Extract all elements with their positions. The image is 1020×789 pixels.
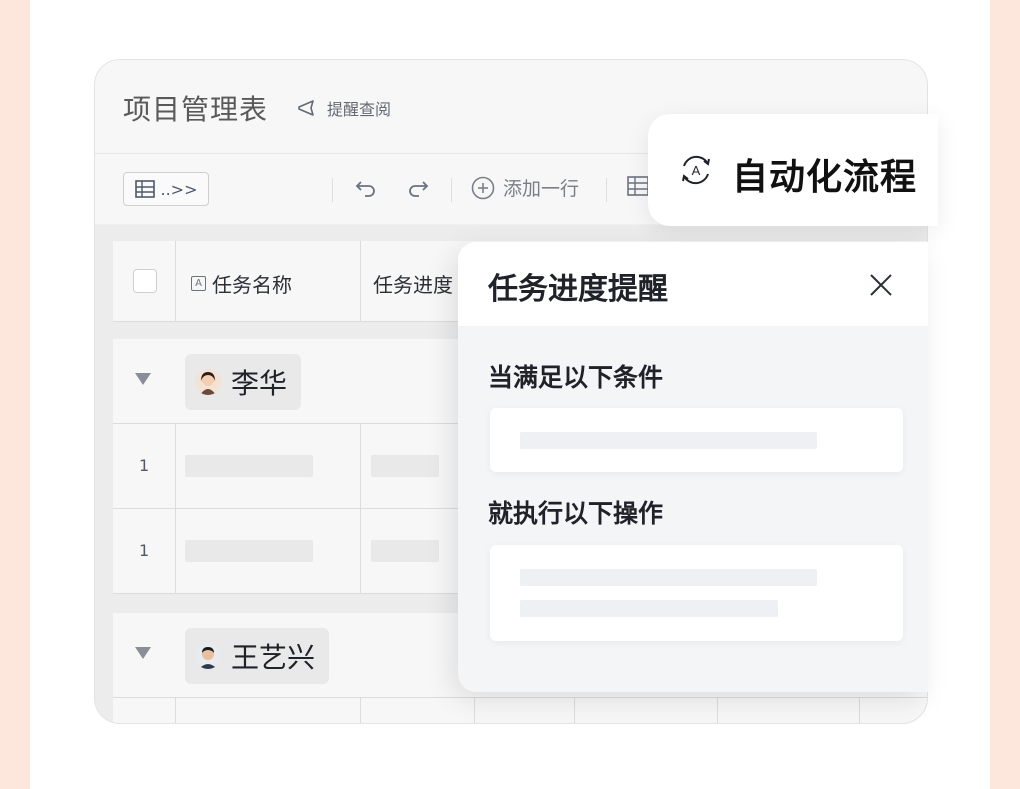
collapse-triangle-icon[interactable] — [135, 647, 151, 659]
condition-label: 当满足以下条件 — [488, 363, 664, 392]
column-header-task-progress[interactable]: 任务进度 — [373, 269, 453, 298]
cell-placeholder — [185, 455, 313, 477]
redo-icon[interactable] — [407, 176, 429, 205]
view-switch-label: ..>> — [160, 179, 198, 199]
group-owner-name: 王艺兴 — [231, 641, 316, 674]
remind-button[interactable]: 提醒查阅 — [297, 96, 391, 120]
cell-placeholder — [371, 455, 439, 477]
row-number: 1 — [139, 541, 150, 560]
select-all-checkbox[interactable] — [133, 269, 157, 293]
auto-flow-icon: A — [682, 155, 710, 185]
remind-label: 提醒查阅 — [327, 100, 392, 119]
divider — [175, 241, 176, 321]
close-icon[interactable] — [866, 270, 896, 300]
avatar — [195, 643, 221, 669]
automation-title: 自动化流程 — [732, 157, 918, 198]
column-header-task-name[interactable]: A 任务名称 — [191, 269, 292, 298]
divider — [332, 178, 333, 202]
collapse-triangle-icon[interactable] — [135, 373, 151, 385]
divider — [360, 424, 361, 508]
group-owner-name: 李华 — [231, 367, 288, 400]
divider — [606, 178, 607, 202]
divider — [175, 509, 176, 593]
undo-icon[interactable] — [355, 176, 377, 205]
cell-placeholder — [371, 540, 439, 562]
divider — [360, 698, 361, 723]
avatar — [195, 369, 221, 395]
table-grid-icon[interactable] — [627, 176, 649, 203]
divider — [175, 698, 176, 723]
placeholder-bar — [520, 569, 817, 586]
megaphone-icon — [298, 100, 314, 116]
divider — [574, 698, 575, 723]
condition-box[interactable] — [490, 408, 903, 472]
divider — [360, 241, 361, 321]
reminder-panel: 任务进度提醒 当满足以下条件 就执行以下操作 — [458, 242, 928, 692]
row-number: 1 — [139, 456, 150, 475]
add-row-button[interactable]: 添加一行 — [471, 174, 579, 201]
cell-placeholder — [185, 540, 313, 562]
placeholder-bar — [520, 432, 817, 449]
group-owner-chip[interactable]: 李华 — [185, 354, 302, 410]
reminder-panel-title: 任务进度提醒 — [488, 272, 668, 307]
divider — [175, 424, 176, 508]
reminder-panel-header: 任务进度提醒 — [458, 242, 928, 326]
page-title: 项目管理表 — [123, 93, 269, 126]
divider — [859, 698, 860, 723]
group-owner-chip[interactable]: 王艺兴 — [185, 628, 330, 684]
column-header-label: 任务名称 — [212, 273, 292, 297]
divider — [717, 698, 718, 723]
placeholder-bar — [520, 600, 778, 617]
canvas: 项目管理表 提醒查阅 ..>> 添加一行 A 任务名称 任务进度 李华 1 1 … — [30, 0, 990, 789]
add-row-label: 添加一行 — [503, 178, 580, 200]
divider — [474, 698, 475, 723]
table-view-icon — [134, 180, 155, 198]
divider — [360, 509, 361, 593]
view-switch-button[interactable]: ..>> — [123, 172, 209, 206]
plus-circle-icon — [471, 176, 495, 199]
action-box[interactable] — [490, 545, 903, 641]
text-field-icon: A — [191, 276, 206, 291]
action-label: 就执行以下操作 — [488, 499, 664, 528]
automation-badge[interactable]: A 自动化流程 — [648, 114, 938, 226]
svg-text:A: A — [692, 163, 701, 178]
divider — [451, 178, 452, 202]
